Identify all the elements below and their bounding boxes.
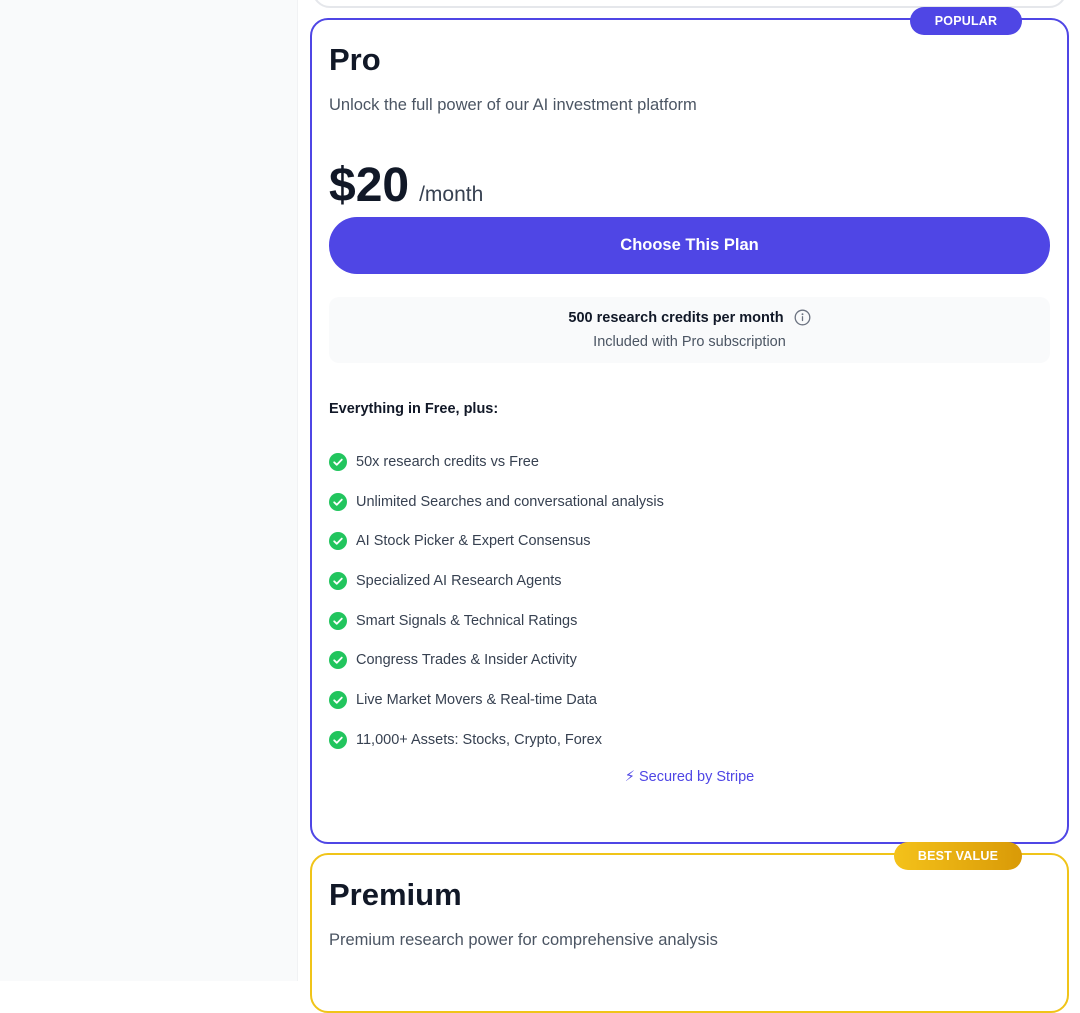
billing-period: /month	[419, 183, 484, 206]
feature-item: AI Stock Picker & Expert Consensus	[329, 521, 664, 561]
premium-plan-card: BEST VALUE Premium Premium research powe…	[310, 842, 1069, 1013]
check-circle-icon	[329, 452, 347, 471]
credits-line: 500 research credits per month	[329, 309, 1050, 326]
feature-label: Specialized AI Research Agents	[356, 572, 562, 589]
price-row: $20 /month	[329, 158, 483, 213]
secured-by-stripe: ⚡ Secured by Stripe	[312, 769, 1067, 785]
check-circle-icon	[329, 611, 347, 630]
feature-item: Unlimited Searches and conversational an…	[329, 482, 664, 522]
lightning-icon: ⚡	[624, 769, 635, 785]
feature-item: Specialized AI Research Agents	[329, 561, 664, 601]
check-circle-icon	[329, 730, 347, 749]
credits-info-box: 500 research credits per month Included …	[329, 297, 1050, 363]
plan-name: Premium	[329, 877, 462, 912]
credits-title: 500 research credits per month	[568, 309, 784, 326]
plan-name: Pro	[329, 42, 381, 77]
pro-plan-card: POPULAR Pro Unlock the full power of our…	[310, 7, 1069, 844]
popular-badge: POPULAR	[910, 7, 1022, 35]
feature-label: Unlimited Searches and conversational an…	[356, 493, 664, 510]
feature-item: Congress Trades & Insider Activity	[329, 640, 664, 680]
feature-label: Congress Trades & Insider Activity	[356, 652, 577, 669]
secured-text: Secured by Stripe	[638, 769, 755, 785]
feature-item: 11,000+ Assets: Stocks, Crypto, Forex	[329, 720, 664, 760]
sidebar-panel	[0, 0, 298, 981]
plan-description: Premium research power for comprehensive…	[329, 931, 718, 949]
feature-label: AI Stock Picker & Expert Consensus	[356, 533, 591, 550]
feature-label: Live Market Movers & Real-time Data	[356, 691, 597, 708]
features-list: 50x research credits vs Free Unlimited Se…	[329, 442, 664, 760]
plan-description: Unlock the full power of our AI investme…	[329, 96, 697, 114]
feature-item: 50x research credits vs Free	[329, 442, 664, 482]
feature-label: 50x research credits vs Free	[356, 453, 539, 470]
check-circle-icon	[329, 492, 347, 511]
best-value-badge: BEST VALUE	[894, 842, 1022, 870]
feature-item: Live Market Movers & Real-time Data	[329, 680, 664, 720]
choose-plan-button[interactable]: Choose This Plan	[329, 217, 1050, 274]
feature-item: Smart Signals & Technical Ratings	[329, 601, 664, 641]
credits-subtitle: Included with Pro subscription	[593, 334, 786, 350]
plan-price: $20	[329, 159, 410, 212]
features-heading: Everything in Free, plus:	[329, 401, 499, 417]
check-circle-icon	[329, 651, 347, 670]
check-circle-icon	[329, 532, 347, 551]
feature-label: 11,000+ Assets: Stocks, Crypto, Forex	[356, 731, 602, 748]
check-circle-icon	[329, 690, 347, 709]
info-circle-icon[interactable]	[794, 309, 811, 326]
feature-label: Smart Signals & Technical Ratings	[356, 612, 578, 629]
check-circle-icon	[329, 571, 347, 590]
